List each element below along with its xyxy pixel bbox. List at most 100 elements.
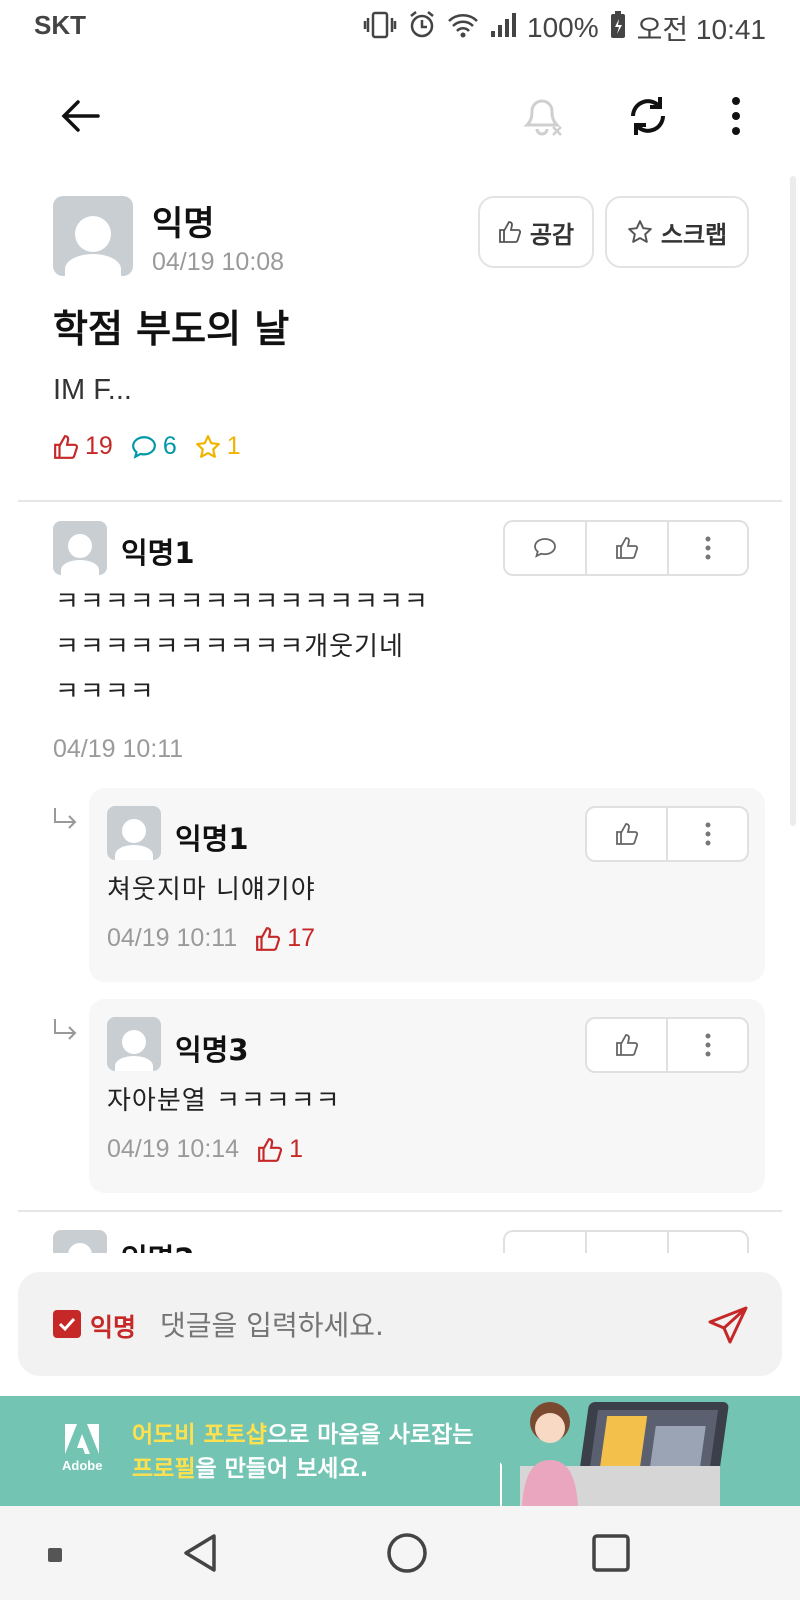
wifi-icon <box>447 11 479 46</box>
reply-more-button[interactable] <box>668 1019 747 1071</box>
navigation-bar <box>0 1506 800 1600</box>
thumbs-up-icon <box>616 537 639 559</box>
back-button[interactable] <box>50 86 110 146</box>
scrollbar[interactable] <box>790 176 796 826</box>
more-vert-icon <box>705 1033 710 1057</box>
status-bar: SKT 100% 오전 10:41 <box>0 0 800 56</box>
like-count-icon <box>54 434 79 459</box>
adobe-logo: Adobe <box>62 1424 102 1473</box>
divider <box>18 500 782 502</box>
dot-icon <box>48 1548 62 1562</box>
comment-count-icon <box>131 435 156 459</box>
reply-avatar <box>107 806 161 860</box>
more-vert-icon <box>732 97 740 135</box>
thumbs-up-icon <box>615 823 638 845</box>
reply-button[interactable] <box>505 522 587 574</box>
post-title: 학점 부도의 날 <box>53 307 290 351</box>
thumbs-up-icon <box>615 1034 638 1056</box>
nav-recents-button[interactable] <box>586 1528 636 1578</box>
comment-like-button[interactable] <box>587 522 669 574</box>
comment-body: ㅋㅋㅋㅋㅋㅋㅋㅋㅋㅋㅋㅋㅋㅋㅋ ㅋㅋㅋㅋㅋㅋㅋㅋㅋㅋ개웃기네 ㅋㅋㅋㅋ <box>55 580 755 715</box>
notification-toggle-button[interactable] <box>512 86 572 146</box>
reply-like-button[interactable] <box>587 808 668 860</box>
like-count-icon <box>258 1137 283 1162</box>
adobe-logo-icon <box>65 1424 100 1454</box>
battery-icon <box>609 10 627 47</box>
post-body: IM F... <box>53 374 132 406</box>
nav-back-icon <box>184 1534 216 1572</box>
signal-icon <box>489 11 517 46</box>
reply-text: 쳐웃지마 니얘기야 <box>107 875 316 905</box>
comment-actions <box>503 1230 749 1253</box>
comment-more-button[interactable] <box>669 522 747 574</box>
send-icon <box>708 1306 748 1344</box>
reply-meta: 04/19 10:11 17 <box>107 924 315 953</box>
comment-line: ㅋㅋㅋㅋㅋㅋㅋㅋㅋㅋ개웃기네 <box>55 632 404 662</box>
comment-avatar <box>53 521 107 575</box>
comment-author: 익명2 <box>121 1236 195 1253</box>
ad-text: 을 만들어 보세요. <box>195 1456 369 1482</box>
next-comment-clip: 익명2 <box>0 1230 800 1253</box>
nav-recents-icon <box>592 1534 630 1572</box>
reply-author: 익명3 <box>175 1033 249 1067</box>
scrap-button-label: 스크랩 <box>660 220 728 249</box>
like-button[interactable]: 공감 <box>478 196 594 268</box>
divider <box>18 1210 782 1212</box>
like-button-label: 공감 <box>529 220 575 249</box>
reply-meta: 04/19 10:14 1 <box>107 1135 303 1164</box>
reply-date: 04/19 10:11 <box>107 924 238 952</box>
ad-brand: Adobe <box>62 1458 103 1473</box>
reply-author: 익명1 <box>175 822 249 856</box>
reply-avatar <box>107 1017 161 1071</box>
send-button[interactable] <box>704 1302 752 1350</box>
scrap-button[interactable]: 스크랩 <box>605 196 749 268</box>
more-vert-icon <box>705 822 710 846</box>
back-arrow-icon <box>61 100 100 132</box>
star-icon <box>628 220 652 243</box>
comment-input[interactable] <box>158 1300 682 1350</box>
comment-line: ㅋㅋㅋㅋ <box>55 677 155 707</box>
avatar <box>53 196 133 276</box>
reply-button[interactable] <box>505 1232 587 1253</box>
ad-illustration <box>460 1396 740 1506</box>
scrap-count: 1 <box>226 432 241 460</box>
reply-like-button[interactable] <box>587 1019 668 1071</box>
like-count-icon <box>256 926 281 951</box>
comment-line: ㅋㅋㅋㅋㅋㅋㅋㅋㅋㅋㅋㅋㅋㅋㅋ <box>55 587 429 617</box>
status-icons: 100% 오전 10:41 <box>363 8 766 48</box>
comment-like-button[interactable] <box>587 1232 669 1253</box>
reply-actions <box>585 1017 749 1073</box>
comment-author: 익명1 <box>121 536 195 570</box>
anonymous-checkbox[interactable] <box>53 1310 81 1338</box>
post-stats: 19 6 1 <box>53 432 241 461</box>
reply-like-count: 1 <box>289 1135 303 1163</box>
nav-back-button[interactable] <box>176 1528 226 1578</box>
comment-avatar <box>53 1230 107 1253</box>
refresh-button[interactable] <box>618 86 678 146</box>
more-vert-icon <box>705 536 711 560</box>
more-options-button[interactable] <box>706 86 766 146</box>
comment-actions <box>503 520 749 576</box>
reply-arrow-icon <box>54 1019 77 1040</box>
comment-composer: 익명 <box>18 1272 782 1376</box>
nav-home-button[interactable] <box>382 1528 432 1578</box>
alarm-icon <box>407 10 437 47</box>
post-author: 익명 <box>152 204 215 244</box>
comment-more-button[interactable] <box>669 1232 747 1253</box>
comment-icon <box>534 538 556 558</box>
refresh-icon <box>631 97 665 135</box>
anonymous-label[interactable]: 익명 <box>90 1308 136 1344</box>
carrier-name: SKT <box>34 10 86 40</box>
comment-count: 6 <box>162 432 177 460</box>
clock-time: 오전 10:41 <box>636 14 766 45</box>
reply-arrow-icon <box>54 808 77 829</box>
reply-card: 익명3 자아분열 ㅋㅋㅋㅋㅋ 04/19 10:14 1 <box>89 999 765 1193</box>
comment-date: 04/19 10:11 <box>53 735 184 763</box>
battery-percent: 100% <box>527 12 599 43</box>
thumbs-up-icon <box>499 221 521 243</box>
ad-banner[interactable]: Adobe 어도비 포토샵으로 마음을 사로잡는 프로필을 만들어 보세요. <box>0 1396 800 1506</box>
bell-off-icon <box>523 99 562 136</box>
reply-actions <box>585 806 749 862</box>
reply-more-button[interactable] <box>668 808 747 860</box>
scrap-count-icon <box>195 434 220 458</box>
